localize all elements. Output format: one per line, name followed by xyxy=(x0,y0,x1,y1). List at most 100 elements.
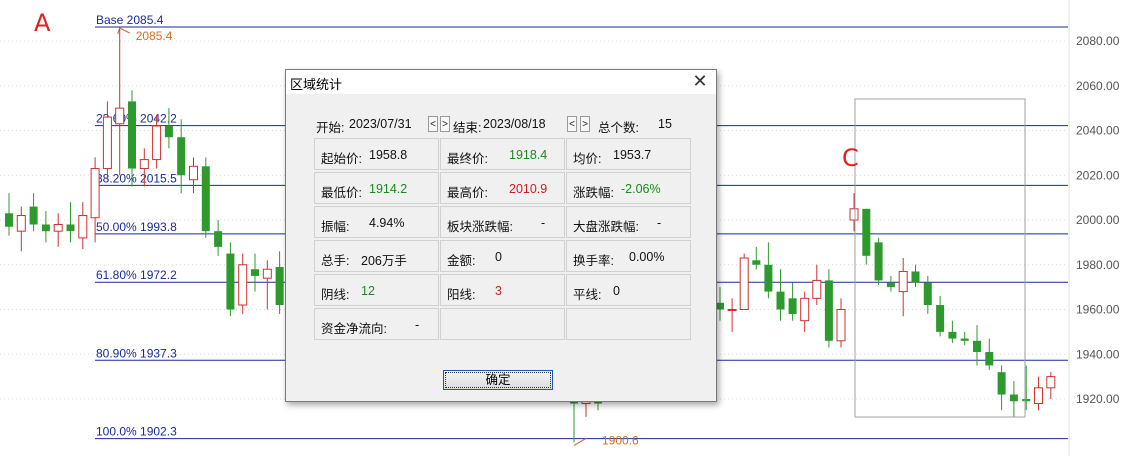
stat-value: 1953.7 xyxy=(613,148,652,162)
candle-body xyxy=(41,224,50,232)
candle-body xyxy=(739,257,749,311)
candle-body xyxy=(275,266,284,306)
candle-body xyxy=(78,215,88,239)
candle xyxy=(78,202,88,250)
start-label: 开始: xyxy=(316,121,345,135)
stat-value: - xyxy=(415,318,420,332)
candle xyxy=(201,157,210,238)
candle xyxy=(5,193,13,236)
candle xyxy=(824,269,833,348)
candle xyxy=(115,28,125,176)
candle-body xyxy=(1046,376,1056,389)
candle xyxy=(973,325,981,366)
end-next-button[interactable]: > xyxy=(580,116,590,132)
candle xyxy=(1009,381,1018,417)
stat-cell: 最低价: 1914.2 xyxy=(314,172,439,204)
stat-value: -2.06% xyxy=(621,182,661,196)
fib-level-label: 50.00% 1993.8 xyxy=(96,220,177,234)
candle xyxy=(262,260,272,310)
stat-cell: 资金净流向: - xyxy=(314,308,439,340)
candle-body xyxy=(874,242,883,281)
candle xyxy=(1034,376,1043,411)
y-tick-label: 2060.00 xyxy=(1076,79,1120,93)
stat-label: 振幅: xyxy=(321,220,350,234)
fib-level-label: 38.20% 2015.5 xyxy=(96,171,177,185)
y-tick-label: 1920.00 xyxy=(1076,392,1120,406)
end-label: 结束: xyxy=(453,121,482,135)
candle-body xyxy=(1034,387,1043,404)
candle xyxy=(226,242,235,317)
candle-body xyxy=(752,260,761,265)
annotation-a: A xyxy=(34,9,51,37)
candle xyxy=(16,206,26,252)
stat-label: 平线: xyxy=(573,288,602,302)
stat-cell: 最终价: 1918.4 xyxy=(440,138,565,170)
candle-body xyxy=(115,107,125,125)
y-tick-label: 1960.00 xyxy=(1076,303,1120,317)
y-tick-label: 2080.00 xyxy=(1076,34,1120,48)
region-stats-dialog: 区域统计 ✕ 开始: 2023/07/31 < > 结束: 2023/08/18… xyxy=(285,69,717,402)
candle xyxy=(275,251,284,314)
candle-body xyxy=(90,168,100,219)
candle xyxy=(251,253,259,292)
stat-value: 1914.2 xyxy=(369,182,408,196)
y-tick-label: 1940.00 xyxy=(1076,347,1120,361)
candle-body xyxy=(898,270,908,293)
candle xyxy=(214,220,223,256)
candle xyxy=(727,298,737,332)
candle xyxy=(716,287,724,321)
stat-value: 3 xyxy=(495,284,502,298)
candle xyxy=(960,331,969,346)
candle xyxy=(849,193,859,232)
stat-value: 4.94% xyxy=(369,216,405,230)
candle-body xyxy=(238,264,248,306)
high-marker-label: 2085.4 xyxy=(136,29,173,43)
stat-cell: 平线: 0 xyxy=(566,274,691,306)
candle xyxy=(1022,365,1031,411)
stat-cell: 金额: 0 xyxy=(440,240,565,272)
stat-label: 最高价: xyxy=(447,186,488,200)
stat-cell: 均价: 1953.7 xyxy=(566,138,691,170)
stat-label: 资金净流向: xyxy=(321,322,387,336)
candle-body xyxy=(948,331,957,339)
candle xyxy=(739,253,749,311)
candle-body xyxy=(66,224,75,232)
stat-value: 1918.4 xyxy=(509,148,548,162)
y-tick-label: 1980.00 xyxy=(1076,258,1120,272)
candle-body xyxy=(849,208,859,221)
stat-label: 最终价: xyxy=(447,152,488,166)
start-prev-button[interactable]: < xyxy=(428,116,438,132)
close-icon[interactable]: ✕ xyxy=(690,71,710,91)
candle xyxy=(836,298,846,348)
dialog-titlebar[interactable]: 区域统计 ✕ xyxy=(286,70,716,94)
candle-body xyxy=(923,282,932,306)
candle xyxy=(41,211,50,243)
stat-cell: 换手率: 0.00% xyxy=(566,240,691,272)
candle-body xyxy=(177,137,186,176)
candle-body xyxy=(214,231,223,247)
stat-label: 换手率: xyxy=(573,254,614,268)
candle-body xyxy=(886,282,895,288)
ok-button[interactable]: 确定 xyxy=(443,370,553,390)
stat-label: 板块涨跌幅: xyxy=(447,220,513,234)
start-next-button[interactable]: > xyxy=(440,116,450,132)
candle-body xyxy=(201,166,210,232)
candle-body xyxy=(997,372,1006,395)
stat-cell xyxy=(566,308,691,340)
stat-cell: 起始价: 1958.8 xyxy=(314,138,439,170)
stat-value: 12 xyxy=(361,284,375,298)
candle xyxy=(886,275,895,292)
stat-label: 起始价: xyxy=(321,152,362,166)
stat-value: 0 xyxy=(495,250,502,264)
stat-label: 金额: xyxy=(447,254,476,268)
candle xyxy=(812,264,822,306)
stat-label: 最低价: xyxy=(321,186,362,200)
candle-body xyxy=(53,223,63,232)
candle-body xyxy=(29,206,38,225)
candle-body xyxy=(911,271,920,283)
stat-value: 0 xyxy=(613,284,620,298)
end-prev-button[interactable]: < xyxy=(567,116,577,132)
candle-body xyxy=(764,264,773,292)
candle-body xyxy=(788,298,797,314)
candle-body xyxy=(262,268,272,279)
